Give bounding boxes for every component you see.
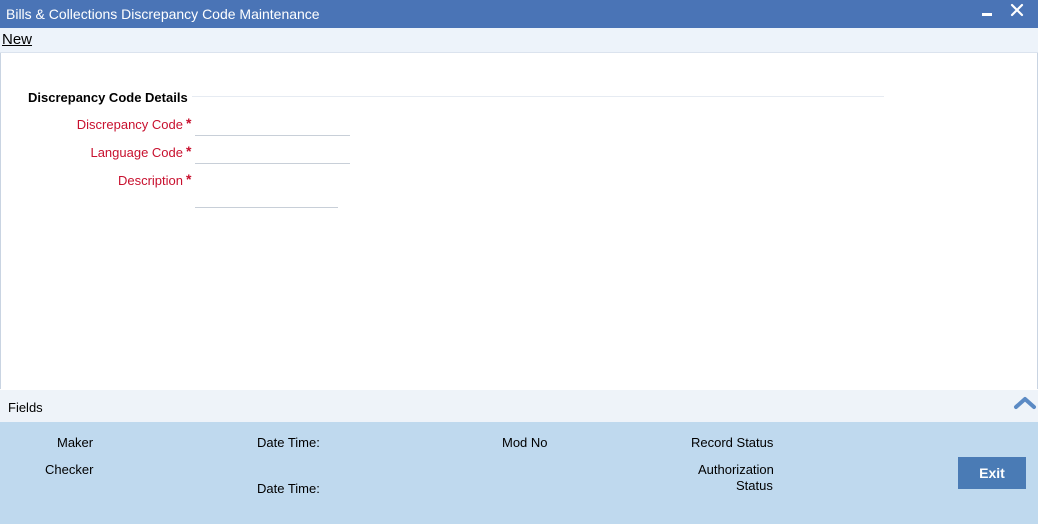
section-title: Discrepancy Code Details [28,90,188,105]
new-link[interactable]: New [2,31,32,48]
authorization-status-label: Authorization [698,462,774,477]
discrepancy-code-label: Discrepancy Code [76,117,183,132]
mod-no-label: Mod No [502,435,548,450]
toolbar: New [0,28,1038,53]
fields-bar: Fields [0,390,1038,422]
section-divider [192,96,884,97]
minimize-icon[interactable] [976,1,998,23]
record-status-label: Record Status [691,435,774,450]
maker-label: Maker [57,435,94,450]
checker-label: Checker [45,462,94,477]
description-label: Description [117,173,183,188]
required-marker: * [186,171,192,187]
fields-label[interactable]: Fields [8,400,43,415]
close-icon[interactable] [1006,2,1028,24]
checker-date-time-label: Date Time: [257,481,320,496]
maker-date-time-label: Date Time: [257,435,320,450]
exit-button[interactable]: Exit [958,457,1026,489]
window-title: Bills & Collections Discrepancy Code Mai… [6,6,320,22]
discrepancy-code-input[interactable] [195,115,350,136]
chevron-up-icon[interactable] [1013,394,1037,410]
authorization-status-label-2: Status [736,478,773,493]
window-titlebar: Bills & Collections Discrepancy Code Mai… [0,0,1038,28]
language-code-input[interactable] [195,143,350,164]
required-marker: * [186,115,192,131]
description-input[interactable] [195,187,338,208]
language-code-label: Language Code [90,145,183,160]
required-marker: * [186,143,192,159]
